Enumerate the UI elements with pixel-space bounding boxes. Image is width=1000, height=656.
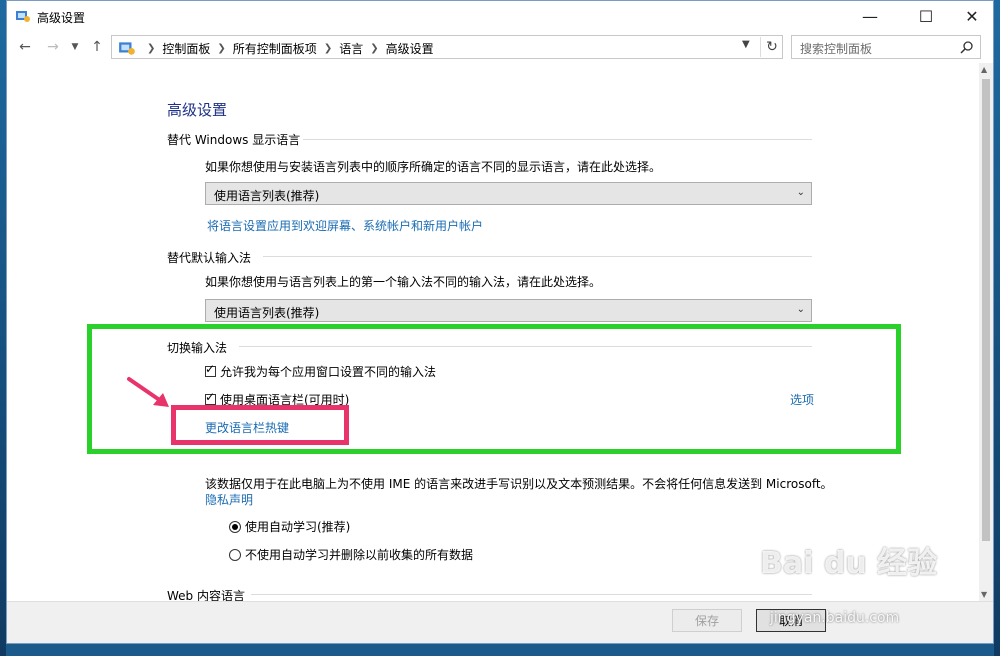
display-language-description: 如果你想使用与安装语言列表中的顺序所确定的语言不同的显示语言，请在此处选择。 [205, 160, 662, 174]
breadcrumb-item[interactable]: 语言 [339, 40, 363, 57]
watermark-url: jingyan.baidu.com [770, 610, 900, 626]
address-history-dropdown[interactable]: ▼ [742, 39, 750, 50]
search-placeholder: 搜索控制面板 [800, 42, 873, 56]
section-heading-display-language: 替代 Windows 显示语言 [167, 133, 301, 147]
control-panel-icon [16, 11, 30, 22]
save-button[interactable]: 保存 [672, 609, 742, 632]
radio-dot [232, 523, 238, 530]
pointer-arrow-icon [127, 377, 169, 407]
forward-button[interactable]: → [43, 37, 63, 57]
breadcrumb-item[interactable]: 高级设置 [386, 40, 434, 57]
radio-label: 不使用自动学习并删除以前收集的所有数据 [245, 548, 474, 562]
chevron-right-icon[interactable]: ❯ [217, 43, 225, 54]
control-panel-icon [119, 42, 135, 55]
breadcrumb: ❯ 控制面板 ❯ 所有控制面板项 ❯ 语言 ❯ 高级设置 [140, 40, 434, 57]
default-input-description: 如果你想使用与语言列表上的第一个输入法不同的输入法，请在此处选择。 [205, 275, 602, 289]
refresh-button[interactable]: ↻ [760, 37, 783, 57]
navigation-bar: ← → ▼ ↑ ❯ 控制面板 ❯ 所有控制面板项 ❯ 语言 ❯ 高级设置 ▼ ↻… [7, 31, 993, 63]
scroll-down-icon[interactable]: ▼ [981, 590, 987, 599]
default-input-select[interactable]: 使用语言列表(推荐) ⌄ [205, 299, 812, 322]
divider [251, 594, 812, 595]
radio-label: 使用自动学习(推荐) [245, 520, 351, 534]
highlight-box-pink [171, 405, 349, 445]
desktop-edge-right [994, 0, 1000, 656]
select-value: 使用语言列表(推荐) [214, 189, 320, 203]
search-input[interactable]: 搜索控制面板 [791, 35, 981, 59]
recent-locations-button[interactable]: ▼ [65, 37, 85, 57]
chevron-right-icon[interactable]: ❯ [370, 43, 378, 54]
title-bar: 高级设置 — ☐ ✕ [7, 1, 993, 31]
watermark-logo: Bai du 经验 [760, 546, 938, 581]
privacy-statement-link[interactable]: 隐私声明 [205, 491, 253, 508]
auto-learning-off-radio-row[interactable]: 不使用自动学习并删除以前收集的所有数据 [229, 546, 473, 563]
back-button[interactable]: ← [15, 37, 35, 57]
chevron-right-icon[interactable]: ❯ [324, 43, 332, 54]
window-title: 高级设置 [37, 11, 86, 25]
personalization-description: 该数据仅用于在此电脑上为不使用 IME 的语言来改进手写识别以及文本预测结果。不… [205, 477, 833, 491]
chevron-right-icon: ❯ [147, 43, 156, 54]
minimize-button[interactable]: — [847, 1, 893, 31]
divider [303, 139, 812, 140]
radio-unselected[interactable] [229, 548, 241, 561]
address-bar[interactable]: ❯ 控制面板 ❯ 所有控制面板项 ❯ 语言 ❯ 高级设置 ▼ ↻ [111, 35, 783, 59]
radio-selected[interactable] [229, 520, 241, 533]
scroll-up-icon[interactable]: ▲ [981, 65, 987, 74]
auto-learning-on-radio-row[interactable]: 使用自动学习(推荐) [229, 518, 350, 535]
search-icon[interactable] [960, 40, 974, 54]
breadcrumb-item[interactable]: 所有控制面板项 [233, 40, 317, 57]
page-title: 高级设置 [167, 101, 228, 119]
section-heading-default-input: 替代默认输入法 [167, 251, 252, 265]
select-value: 使用语言列表(推荐) [214, 306, 320, 320]
divider [263, 256, 812, 257]
display-language-select[interactable]: 使用语言列表(推荐) ⌄ [205, 182, 812, 205]
vertical-scrollbar[interactable]: ▲ ▼ [979, 63, 993, 601]
maximize-button[interactable]: ☐ [903, 1, 949, 31]
scrollbar-thumb[interactable] [982, 79, 990, 541]
breadcrumb-item[interactable]: 控制面板 [162, 40, 210, 57]
apply-language-settings-link[interactable]: 将语言设置应用到欢迎屏幕、系统帐户和新用户帐户 [207, 217, 483, 234]
chevron-down-icon: ⌄ [796, 187, 805, 198]
chevron-down-icon: ⌄ [796, 304, 805, 315]
up-button[interactable]: ↑ [87, 37, 107, 57]
close-button[interactable]: ✕ [949, 1, 993, 31]
settings-content: 高级设置 替代 Windows 显示语言 如果你想使用与安装语言列表中的顺序所确… [7, 63, 979, 603]
